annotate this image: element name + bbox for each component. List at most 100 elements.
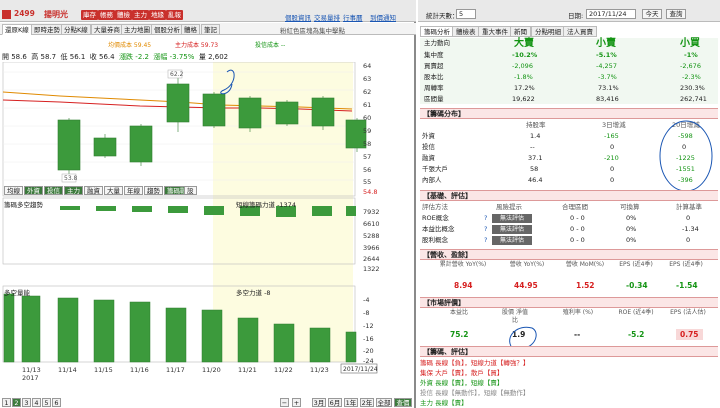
zoom-out-icon[interactable]: − — [280, 398, 289, 407]
help-icon[interactable]: ? — [484, 235, 487, 246]
date-axis: 11/13 11/14 11/15 11/16 11/17 11/20 11/2… — [22, 366, 329, 382]
svg-text:57: 57 — [363, 153, 371, 161]
summary-row: 集中度 -10.2% -5.1% -1% — [424, 51, 698, 59]
tool-trend[interactable]: 趨勢 — [144, 186, 163, 195]
value-eval-btn[interactable]: 無法評估 — [492, 236, 532, 245]
btn-inventory[interactable]: 庫存 — [81, 10, 98, 20]
svg-text:-12: -12 — [363, 322, 374, 330]
date-input[interactable]: 2017/11/24 — [586, 9, 636, 19]
range-2y[interactable]: 2年 — [360, 398, 374, 407]
tool-yearline[interactable]: 年線 — [124, 186, 143, 195]
rtab-checkup[interactable]: 體檢表 — [452, 26, 480, 37]
help-icon[interactable]: ? — [484, 213, 487, 224]
page-2[interactable]: 2 — [12, 398, 21, 407]
tool-volume[interactable]: 大量 — [104, 186, 123, 195]
tab-large-broker[interactable]: 大量券商 — [91, 24, 123, 35]
value-row: 股利概念 ? 無法評估 0 - 0 0% 0 — [422, 235, 691, 246]
page-1[interactable]: 1 — [2, 398, 11, 407]
svg-text:6610: 6610 — [363, 220, 380, 228]
tool-ma[interactable]: 均線 — [4, 186, 23, 195]
ohlc-change: 漲跌 -2.2 — [119, 53, 149, 61]
range-all[interactable]: 全部 — [376, 398, 392, 407]
help-icon[interactable]: ? — [484, 224, 487, 235]
tool-margin[interactable]: 融資 — [84, 186, 103, 195]
chip-panel-legend: 短線籌碼力道 -1374 — [236, 201, 296, 209]
chip-axis: 7932 6610 5288 3966 2644 1322 — [363, 208, 380, 273]
tool-settings[interactable]: 設 — [184, 186, 197, 195]
rtab-chip[interactable]: 籌碼分析 — [420, 26, 454, 37]
page-3[interactable]: 3 — [22, 398, 31, 407]
svg-text:11/22: 11/22 — [274, 366, 293, 374]
range-3m[interactable]: 3月 — [312, 398, 326, 407]
tab-main-map[interactable]: 主力地圖 — [121, 24, 153, 35]
stock-menu-icon[interactable] — [2, 10, 11, 19]
svg-text:58: 58 — [363, 140, 371, 148]
today-button[interactable]: 今天 — [642, 9, 662, 19]
query-price-button[interactable]: 查價 — [394, 398, 412, 407]
rtab-branch[interactable]: 分點明細 — [531, 26, 565, 37]
svg-text:11/13: 11/13 — [22, 366, 41, 374]
ohlc-pct: 漲幅 -3.75% — [153, 53, 195, 61]
range-6m[interactable]: 6月 — [328, 398, 342, 407]
svg-text:-4: -4 — [363, 296, 369, 304]
analysis-panel: 統計天數： 5 日期: 2017/11/24 今天 查詢 籌碼分析 體檢表 重大… — [418, 0, 720, 408]
days-select[interactable]: 5 — [456, 9, 476, 19]
range-1y[interactable]: 1年 — [344, 398, 358, 407]
link-stock-info[interactable]: 個股資訊 — [285, 12, 311, 22]
link-price-alert[interactable]: 到價通知 — [370, 12, 396, 22]
stock-code[interactable]: 2499 — [14, 9, 35, 18]
chip-panel-label[interactable]: 籌碼多空趨勢 — [4, 199, 43, 209]
rtab-events[interactable]: 重大事件 — [478, 26, 512, 37]
value-row: ROE概念 ? 無法評估 0 - 0 0% 0 — [422, 213, 691, 224]
zoom-in-icon[interactable]: + — [292, 398, 301, 407]
svg-text:7932: 7932 — [363, 208, 380, 216]
tool-foreign[interactable]: 外資 — [24, 186, 43, 195]
volume-panel-label[interactable]: 多空量能 — [4, 287, 30, 297]
tool-trust[interactable]: 投信 — [44, 186, 63, 195]
svg-text:3966: 3966 — [363, 244, 380, 252]
date-label: 日期: — [568, 12, 584, 20]
tab-intraday[interactable]: 即時走勢 — [31, 24, 63, 35]
market-header: 本益比 股價 淨值比 殖利率 (%) ROE (近4季) EPS (法人估) — [449, 309, 706, 324]
candle-1117 — [202, 93, 226, 127]
candle-1115 — [129, 125, 153, 163]
tab-notes[interactable]: 筆記 — [201, 24, 220, 35]
page-4[interactable]: 4 — [32, 398, 41, 407]
tab-adjusted-k[interactable]: 還原K線 — [2, 24, 32, 35]
tab-fitness[interactable]: 體格 — [181, 24, 200, 35]
ohlc-volume: 量 2,602 — [198, 53, 229, 61]
value-eval-btn[interactable]: 無法評估 — [492, 214, 532, 223]
price-axis: 64 63 62 61 60 59 58 57 56 55 54.8 — [363, 62, 377, 196]
value-section-title: 【基礎、評估】 — [420, 190, 718, 201]
summary-row: 周轉率 17.2% 73.1% 230.3% — [424, 84, 705, 92]
tab-branch-k[interactable]: 分點K線 — [61, 24, 91, 35]
btn-report[interactable]: 亂報 — [166, 10, 183, 20]
candle-1121 — [275, 101, 299, 125]
tool-main[interactable]: 主力 — [64, 186, 83, 195]
ohlc-low: 低 56.1 — [60, 53, 86, 61]
btn-location[interactable]: 地緣 — [149, 10, 166, 20]
svg-text:5288: 5288 — [363, 232, 380, 240]
btn-checkup[interactable]: 體檢 — [115, 10, 132, 20]
link-calendar[interactable]: 行事曆 — [343, 12, 363, 22]
page-6[interactable]: 6 — [52, 398, 61, 407]
page-5[interactable]: 5 — [42, 398, 51, 407]
tab-stock-analysis[interactable]: 個股分析 — [151, 24, 183, 35]
rtab-news[interactable]: 新聞 — [510, 26, 531, 37]
chart-panel: 2499 揚明光 庫存 帳務 體檢 主力 地緣 亂報 個股資訊 交易量排 行事曆… — [0, 0, 416, 408]
invest-cost: 投信成本 -- — [255, 42, 286, 49]
chipeval-line: 籌碼 長線【負】，短線力道【轉強？】 — [420, 359, 530, 367]
kline-chart[interactable]: 62.2 53.8 64 63 62 61 60 59 58 57 56 55 … — [0, 62, 416, 398]
value-eval-btn[interactable]: 無法評估 — [492, 225, 532, 234]
btn-account[interactable]: 帳務 — [98, 10, 115, 20]
btn-main-force[interactable]: 主力 — [132, 10, 149, 20]
high-label: 62.2 — [170, 71, 184, 78]
rtab-institutional[interactable]: 法人買賣 — [563, 26, 597, 37]
link-volume-rank[interactable]: 交易量排 — [314, 12, 340, 22]
summary-row: 買賣超 -2,096 -4,257 -2,676 — [424, 62, 701, 70]
svg-text:11/16: 11/16 — [130, 366, 149, 374]
svg-text:1322: 1322 — [363, 265, 380, 273]
search-button[interactable]: 查詢 — [666, 9, 686, 19]
revenue-header: 累計營收 YoY(%) 營收 YoY(%) 營收 MoM(%) EPS (近4季… — [439, 261, 703, 268]
svg-text:2644: 2644 — [363, 255, 380, 263]
